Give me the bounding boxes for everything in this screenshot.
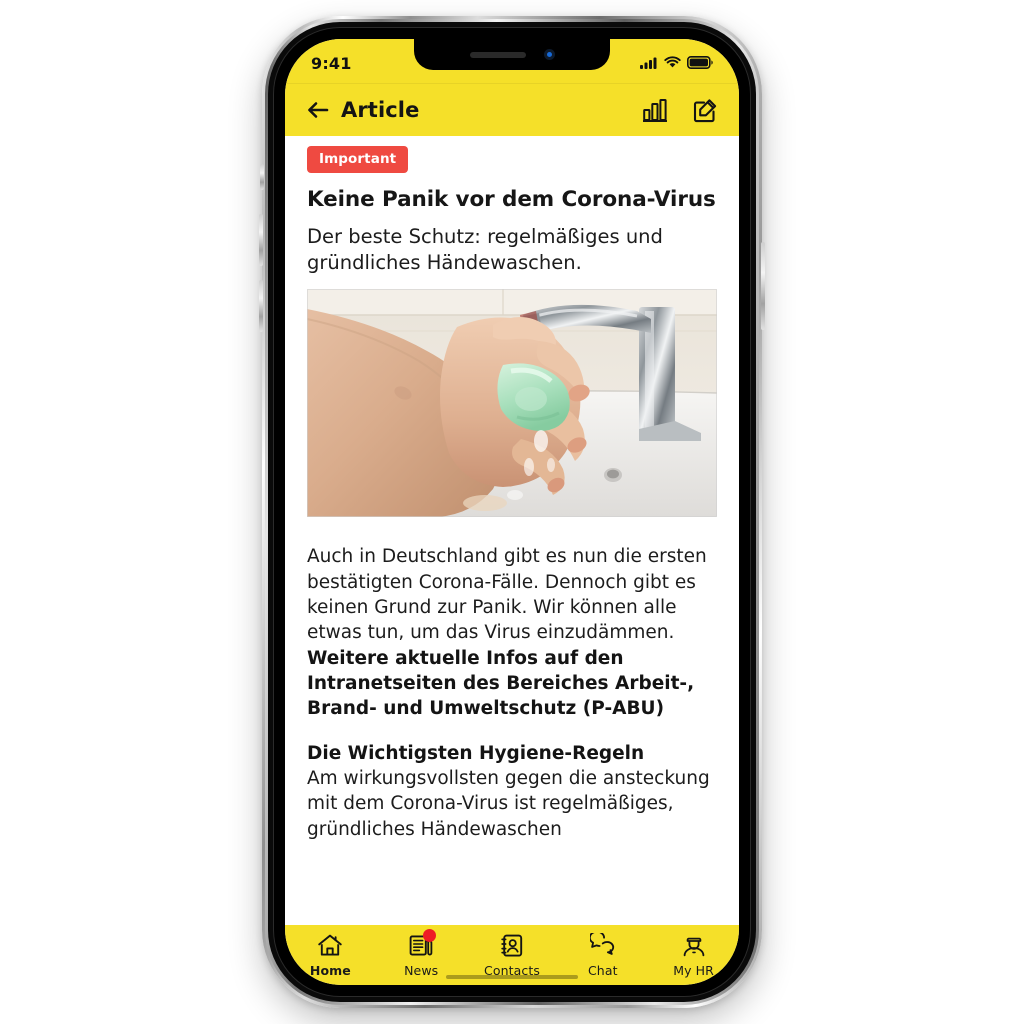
- power-button[interactable]: [761, 242, 765, 330]
- nav-actions: [641, 96, 719, 124]
- home-indicator[interactable]: [446, 975, 578, 979]
- page-title: Article: [341, 98, 420, 122]
- status-bar-icons: [640, 54, 713, 73]
- wifi-icon: [664, 54, 681, 73]
- tab-news[interactable]: News: [376, 929, 467, 978]
- news-notification-badge: [423, 929, 437, 942]
- volume-up-button[interactable]: [259, 214, 263, 266]
- contacts-icon: [499, 932, 525, 958]
- article-image: [307, 289, 717, 518]
- earpiece-speaker-icon: [469, 51, 526, 58]
- tab-label-home: Home: [309, 963, 351, 978]
- tab-contacts[interactable]: Contacts: [467, 932, 558, 978]
- battery-icon: [687, 54, 713, 73]
- body-paragraph-2: Weitere aktuelle Infos auf den Intranets…: [307, 647, 695, 720]
- tab-label-news: News: [404, 963, 439, 978]
- tab-label-chat: Chat: [587, 963, 618, 978]
- myhr-icon: [681, 932, 707, 958]
- status-bar-time: 9:41: [311, 53, 352, 73]
- compose-icon[interactable]: [691, 96, 719, 124]
- article-subtitle: Der beste Schutz: regelmäßiges und gründ…: [307, 225, 663, 274]
- body-paragraph-3: Am wirkungsvollsten gegen die ansteckung…: [307, 768, 710, 840]
- tab-chat[interactable]: Chat: [557, 932, 648, 978]
- tab-label-my-hr: My HR: [673, 963, 714, 978]
- cellular-signal-icon: [640, 54, 658, 73]
- chat-icon: [589, 932, 616, 958]
- body-paragraph-1: Auch in Deutschland gibt es nun die erst…: [307, 546, 707, 644]
- body-heading-hygiene: Die Wichtigsten Hygiene-Regeln: [307, 742, 645, 764]
- status-badge: Important: [307, 146, 409, 173]
- back-button[interactable]: [303, 95, 333, 125]
- volume-down-button[interactable]: [259, 280, 263, 332]
- tab-home[interactable]: Home: [285, 932, 376, 978]
- navigation-bar: Article: [285, 83, 739, 136]
- statistics-icon[interactable]: [641, 96, 669, 124]
- phone-screen: 9:41 Article Important Keine Panik vor d…: [285, 39, 739, 985]
- phone-mockup: 9:41 Article Important Keine Panik vor d…: [259, 16, 765, 1008]
- tab-my-hr[interactable]: My HR: [648, 932, 739, 978]
- article-body: Auch in Deutschland gibt es nun die erst…: [307, 544, 717, 842]
- news-icon: [408, 929, 437, 958]
- mute-switch-button[interactable]: [260, 164, 264, 190]
- home-icon: [317, 932, 343, 958]
- front-camera-icon: [543, 49, 555, 60]
- article-title: Keine Panik vor dem Corona-Virus: [307, 187, 716, 212]
- article-content[interactable]: Important Keine Panik vor dem Corona-Vir…: [285, 136, 739, 925]
- device-notch: [414, 39, 610, 70]
